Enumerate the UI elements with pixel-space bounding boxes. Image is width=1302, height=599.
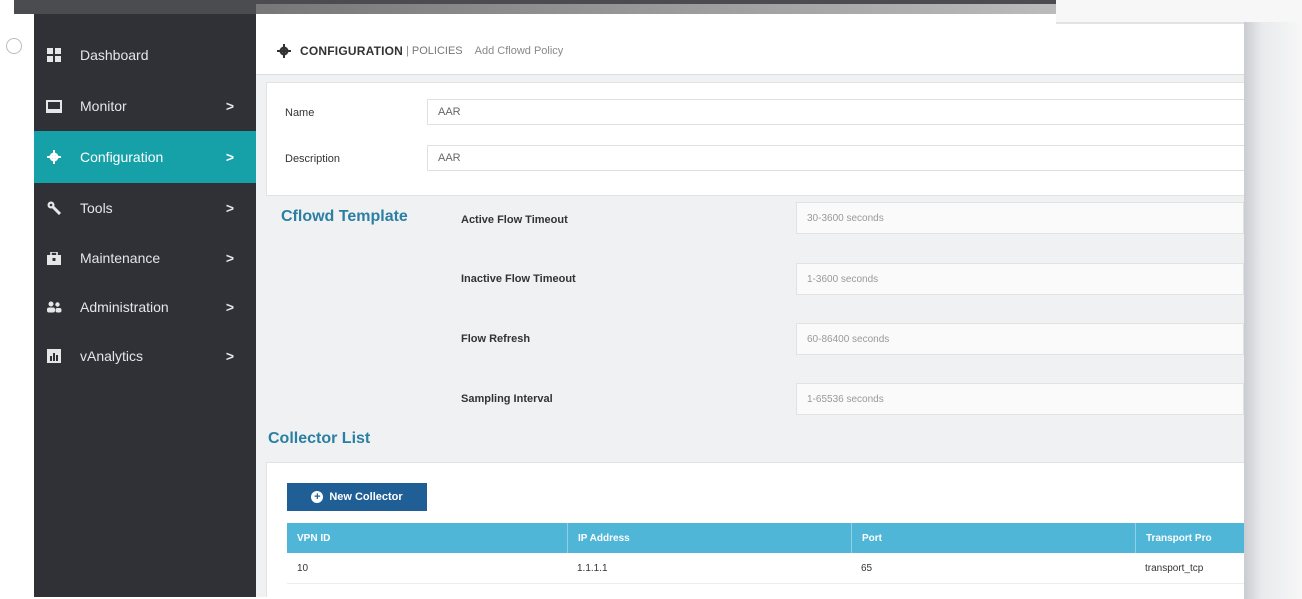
description-label: Description [285,153,341,165]
cflowd-template-title: Cflowd Template [281,208,408,225]
sampling-interval-label: Sampling Interval [461,393,553,405]
sidebar-item-label: Dashboard [80,47,149,63]
active-flow-timeout-label: Active Flow Timeout [461,214,568,226]
page-header: CONFIGURATION | POLICIES Add Cflowd Poli… [256,28,1244,75]
cell-ip-address: 1.1.1.1 [577,562,608,574]
sidebar-item-tools[interactable]: Tools > [34,182,256,234]
sidebar-item-configuration[interactable]: Configuration > [34,131,256,183]
cell-vpn-id: 10 [297,562,309,574]
monitor-icon [44,99,64,113]
flow-refresh-label: Flow Refresh [461,333,531,345]
sidebar-item-administration[interactable]: Administration > [34,281,256,333]
chevron-right-icon: > [225,299,235,315]
sidebar: Dashboard Monitor > Configuration > Tool… [34,14,256,597]
new-collector-label: New Collector [329,491,403,503]
sidebar-item-label: Tools [80,200,113,216]
name-field-value: AAR [438,106,461,118]
chevron-right-icon: > [225,250,235,266]
dashboard-icon [44,48,64,62]
gear-icon [44,150,64,164]
plus-icon: + [311,491,324,503]
window-top-right-area [1056,0,1302,24]
description-field-value: AAR [438,152,461,164]
column-header-port[interactable]: Port [851,523,1135,553]
wrench-icon [44,201,64,215]
description-field[interactable]: AAR [427,145,1244,171]
inactive-flow-timeout-placeholder: 1-3600 seconds [807,273,879,285]
sidebar-item-monitor[interactable]: Monitor > [34,80,256,132]
chevron-right-icon: > [225,200,235,216]
new-collector-button[interactable]: + New Collector [287,483,427,511]
chevron-right-icon: > [225,98,235,114]
toolbox-icon [44,251,64,265]
chevron-right-icon: > [225,149,235,165]
active-flow-timeout-input[interactable]: 30-3600 seconds [796,202,1244,234]
collector-list-title: Collector List [268,430,371,447]
sidebar-item-label: Configuration [80,149,164,165]
right-edge-background [1244,22,1302,599]
breadcrumb-policies[interactable]: POLICIES [412,45,463,57]
collector-table-header: VPN ID IP Address Port Transport Pro [287,523,1244,553]
chevron-right-icon: > [225,348,235,364]
name-field[interactable]: AAR [427,99,1244,125]
table-row[interactable]: 10 1.1.1.1 65 transport_tcp [287,553,1244,584]
window-top-bar-gradient [256,4,1056,14]
sidebar-item-dashboard[interactable]: Dashboard [34,29,256,81]
main-content: CONFIGURATION | POLICIES Add Cflowd Poli… [256,28,1244,597]
sampling-interval-placeholder: 1-65536 seconds [807,393,884,405]
analytics-icon [44,349,64,363]
users-icon [44,301,64,313]
sidebar-item-label: vAnalytics [80,348,144,364]
flow-refresh-placeholder: 60-86400 seconds [807,333,890,345]
inactive-flow-timeout-input[interactable]: 1-3600 seconds [796,263,1244,295]
cell-transport-protocol: transport_tcp [1145,562,1204,574]
sidebar-item-label: Maintenance [80,250,161,266]
breadcrumb-separator: | [406,45,409,57]
sidebar-item-vanalytics[interactable]: vAnalytics > [34,330,256,382]
page-title: CONFIGURATION [300,44,404,58]
breadcrumb-current: Add Cflowd Policy [474,45,564,57]
left-edge-background [0,14,34,599]
sidebar-item-maintenance[interactable]: Maintenance > [34,232,256,284]
circle-icon [6,38,22,54]
name-label: Name [285,107,315,119]
sidebar-item-label: Monitor [80,98,127,114]
sidebar-item-label: Administration [80,299,169,315]
active-flow-timeout-placeholder: 30-3600 seconds [807,212,884,224]
policy-form: Name AAR Description AAR [266,82,1244,196]
inactive-flow-timeout-label: Inactive Flow Timeout [461,273,576,285]
column-header-vpn-id[interactable]: VPN ID [287,523,567,553]
sampling-interval-input[interactable]: 1-65536 seconds [796,383,1244,415]
column-header-transport-protocol[interactable]: Transport Pro [1135,523,1244,553]
collector-list-panel: + New Collector VPN ID IP Address Port T… [266,462,1244,597]
cell-port: 65 [861,562,873,574]
flow-refresh-input[interactable]: 60-86400 seconds [796,323,1244,355]
column-header-ip-address[interactable]: IP Address [567,523,851,553]
gear-icon [276,43,292,59]
